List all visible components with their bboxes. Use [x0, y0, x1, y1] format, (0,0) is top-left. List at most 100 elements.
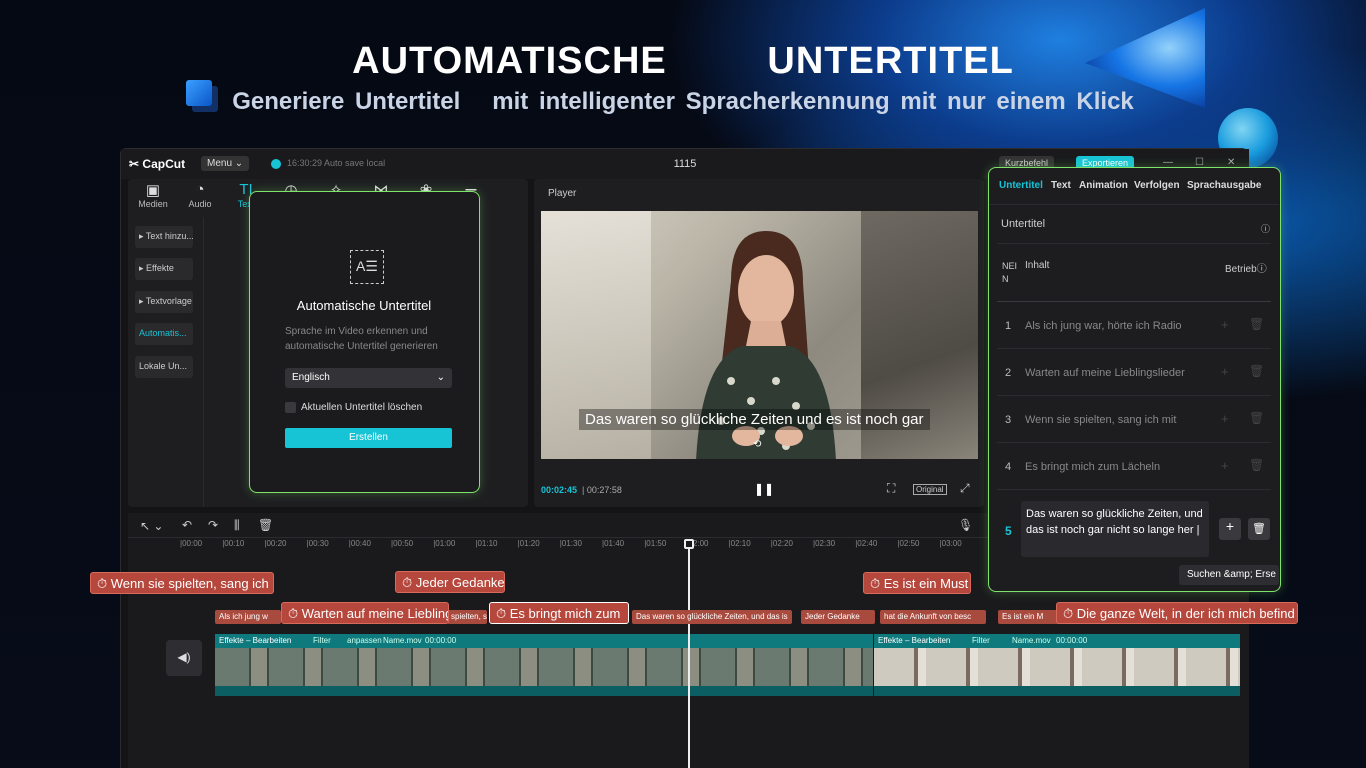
ruler-tick: |00:30	[306, 539, 329, 548]
track-effects-label: Effekte – Bearbeiten	[878, 636, 951, 645]
caption-chip-selected[interactable]: ⏱ Es bringt mich zum	[489, 602, 629, 624]
panel-title: Automatische Untertitel	[296, 298, 432, 313]
fullscreen-crop-icon[interactable]: ⛶	[887, 481, 895, 496]
chip-label: Warten auf meine Lieblingsl	[301, 606, 449, 621]
subtitle-editor-panel: Untertitel Text Animation Verfolgen Spra…	[988, 167, 1281, 592]
row-text: Es bringt mich zum Lächeln	[1025, 461, 1161, 473]
subtitle-row[interactable]: 1 Als ich jung war, hörte ich Radio + 🗑	[997, 303, 1271, 349]
hero-subtitle: Generiere Untertitel mit intelligenter S…	[232, 88, 1134, 115]
timer-icon: ⏱	[288, 606, 299, 621]
tab-media[interactable]: ▣ Medien	[130, 181, 176, 209]
tab-voiceover[interactable]: Sprachausgabe	[1187, 180, 1261, 191]
tab-text[interactable]: Text	[1051, 180, 1071, 191]
add-icon[interactable]: +	[1221, 458, 1229, 473]
track-adjust-label: anpassen	[347, 636, 382, 645]
rotate-handle-icon[interactable]: ⟲	[753, 439, 761, 450]
ruler-tick: |02:10	[728, 539, 751, 548]
split-icon[interactable]: ⫼	[234, 518, 240, 533]
media-icon: ▣	[145, 182, 161, 199]
trash-icon[interactable]: 🗑	[1249, 411, 1264, 425]
playhead-handle[interactable]	[684, 539, 694, 549]
playhead[interactable]	[688, 539, 690, 768]
video-clip-1[interactable]	[215, 648, 873, 686]
sidebar-label: Textvorlage	[145, 296, 192, 306]
subtitle-clip[interactable]: Das waren so glückliche Zeiten, und das …	[632, 610, 792, 624]
tab-subtitles[interactable]: Untertitel	[999, 180, 1043, 191]
create-button[interactable]: Erstellen	[285, 428, 452, 448]
microphone-icon[interactable]: 🎙	[958, 518, 973, 532]
ruler-tick: |02:50	[897, 539, 920, 548]
sidebar: ▸ Text hinzu... ▸ Effekte ▸ Textvorlage …	[128, 217, 204, 507]
ruler-tick: |00:20	[264, 539, 287, 548]
ruler-tick: |02:30	[813, 539, 836, 548]
subtitle-clip[interactable]: Als ich jung w	[215, 610, 281, 624]
video-preview[interactable]: Das waren so glückliche Zeiten und es is…	[541, 211, 978, 459]
delete-subtitle-button[interactable]: 🗑	[1248, 518, 1270, 540]
caption-chip[interactable]: ⏱ Warten auf meine Lieblingsl	[281, 602, 449, 624]
language-select[interactable]: Englisch ⌄	[285, 368, 452, 388]
subtitle-clip[interactable]: hat die Ankunft von besc	[880, 610, 986, 624]
player-label: Player	[548, 188, 577, 199]
sidebar-item-effects[interactable]: ▸ Effekte	[135, 258, 193, 280]
active-row-number: 5	[1005, 524, 1012, 538]
help-icon[interactable]: ⓘ	[1257, 264, 1267, 275]
help-icon[interactable]: ⓘ	[1261, 222, 1270, 235]
add-icon[interactable]: +	[1221, 364, 1229, 379]
expand-icon[interactable]: ⤢	[960, 481, 970, 496]
ratio-original-button[interactable]: Original	[913, 484, 947, 495]
subtitle-row[interactable]: 2 Warten auf meine Lieblingslieder + 🗑	[997, 350, 1271, 396]
caption-chip[interactable]: ⏱ Jeder Gedanke	[395, 571, 505, 593]
trash-icon[interactable]: 🗑	[1249, 364, 1264, 378]
ruler-tick: |00:40	[348, 539, 371, 548]
track-time-label: 00:00:00	[1056, 636, 1088, 645]
tab-animation[interactable]: Animation	[1079, 180, 1128, 191]
tab-tracking[interactable]: Verfolgen	[1134, 180, 1180, 191]
add-icon[interactable]: +	[1221, 411, 1229, 426]
sidebar-item-auto-captions[interactable]: Automatis...	[135, 323, 193, 345]
caption-chip[interactable]: ⏱ Wenn sie spielten, sang ich	[90, 572, 274, 594]
video-subtitle[interactable]: Das waren so glückliche Zeiten und es is…	[579, 409, 930, 430]
audio-icon: ◔	[195, 181, 205, 198]
tab-label: Medien	[138, 199, 168, 209]
chip-label: Es ist ein Must	[883, 576, 969, 591]
ruler-tick: |03:00	[939, 539, 962, 548]
sidebar-label: Lokale Un...	[139, 361, 188, 371]
subtitle-clip[interactable]: spielten, sa	[447, 610, 487, 624]
search-replace-button[interactable]: Suchen &amp; Erse	[1179, 565, 1279, 585]
trash-icon[interactable]: 🗑	[1249, 458, 1264, 472]
undo-icon[interactable]: ↶	[182, 518, 192, 532]
total-time-value: 00:27:58	[586, 485, 622, 495]
ruler-tick: |01:20	[517, 539, 540, 548]
caption-chip[interactable]: ⏱ Es ist ein Must	[863, 572, 971, 594]
track-time-label: 00:00:00	[425, 636, 457, 645]
clear-captions-checkbox[interactable]	[285, 402, 296, 413]
add-icon[interactable]: +	[1221, 317, 1229, 332]
track-effects-label: Effekte – Bearbeiten	[219, 636, 292, 645]
video-clip-2[interactable]	[874, 648, 1240, 686]
subtitle-row[interactable]: 4 Es bringt mich zum Lächeln + 🗑	[997, 444, 1271, 490]
subtitle-clip[interactable]: Es ist ein M	[998, 610, 1060, 624]
caption-chip[interactable]: ⏱ Die ganze Welt, in der ich mich befind	[1056, 602, 1298, 624]
subtitle-text-input[interactable]: Das waren so glückliche Zeiten, und das …	[1021, 501, 1209, 557]
pause-icon[interactable]: ❚❚	[754, 482, 774, 496]
redo-icon[interactable]: ↷	[208, 518, 218, 532]
delete-icon[interactable]: 🗑	[258, 518, 273, 532]
subtitle-clip[interactable]: Jeder Gedanke	[801, 610, 875, 624]
sidebar-label: Automatis...	[139, 328, 187, 338]
ruler-tick: |00:50	[391, 539, 414, 548]
timer-icon: ⏱	[97, 576, 108, 591]
clip-label: spielten, sa	[451, 612, 487, 621]
sidebar-label: Effekte	[146, 263, 174, 273]
trash-icon[interactable]: 🗑	[1249, 317, 1264, 331]
track-mute-icon[interactable]: ◀)	[166, 640, 202, 676]
subtitle-row[interactable]: 3 Wenn sie spielten, sang ich mit + 🗑	[997, 397, 1271, 443]
add-subtitle-button[interactable]: +	[1219, 518, 1241, 540]
chevron-down-icon: ⌄	[436, 372, 445, 383]
ruler-tick: |01:40	[602, 539, 625, 548]
select-tool-icon[interactable]: ↖ ⌄	[140, 519, 163, 533]
sidebar-item-templates[interactable]: ▸ Textvorlage	[135, 291, 193, 313]
sidebar-item-add-text[interactable]: ▸ Text hinzu...	[135, 226, 193, 248]
tab-audio[interactable]: ◔ Audio	[177, 181, 223, 209]
sidebar-item-local[interactable]: Lokale Un...	[135, 356, 193, 378]
timer-icon: ⏱	[496, 606, 507, 621]
